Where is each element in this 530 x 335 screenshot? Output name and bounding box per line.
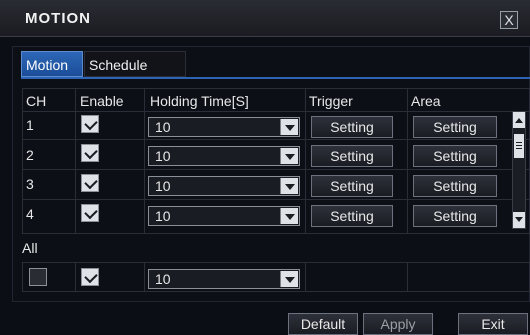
chevron-down-icon[interactable] xyxy=(280,208,298,224)
holding-time-select[interactable]: 10 xyxy=(148,206,300,226)
holding-time-select[interactable]: 10 xyxy=(148,117,300,137)
column-divider xyxy=(75,262,76,292)
holding-time-value: 10 xyxy=(155,208,171,224)
footer-bar xyxy=(0,304,530,332)
header-ch: CH xyxy=(26,93,47,109)
header-enable: Enable xyxy=(80,93,124,109)
all-enable-checkbox[interactable] xyxy=(81,268,99,286)
window-title: MOTION xyxy=(25,10,91,27)
enable-checkbox[interactable] xyxy=(81,174,99,192)
tab-underline xyxy=(21,77,530,79)
trigger-setting-button[interactable]: Setting xyxy=(311,205,393,227)
header-holding-time: Holding Time[S] xyxy=(150,93,249,109)
chevron-down-icon[interactable] xyxy=(280,148,298,164)
check-icon xyxy=(84,205,98,220)
scroll-down-icon[interactable] xyxy=(513,212,525,228)
trigger-setting-button[interactable]: Setting xyxy=(311,116,393,138)
column-divider xyxy=(144,262,145,292)
channel-number: 2 xyxy=(26,147,34,163)
header-area: Area xyxy=(411,93,441,109)
holding-time-value: 10 xyxy=(155,119,171,135)
table-scrollbar[interactable] xyxy=(512,111,526,229)
chevron-down-icon[interactable] xyxy=(280,178,298,194)
area-setting-button[interactable]: Setting xyxy=(413,175,497,197)
holding-time-value: 10 xyxy=(155,271,171,287)
all-holding-time-select[interactable]: 10 xyxy=(148,269,300,289)
check-icon xyxy=(84,269,98,284)
holding-time-value: 10 xyxy=(155,148,171,164)
scroll-up-icon[interactable] xyxy=(513,112,525,128)
all-select-checkbox[interactable] xyxy=(29,268,47,286)
chevron-down-icon[interactable] xyxy=(280,119,298,135)
title-bar: MOTION X xyxy=(0,0,530,37)
chevron-down-icon[interactable] xyxy=(280,271,298,287)
channel-number: 1 xyxy=(26,117,34,133)
header-trigger: Trigger xyxy=(309,93,353,109)
enable-checkbox[interactable] xyxy=(81,144,99,162)
holding-time-value: 10 xyxy=(155,178,171,194)
channel-number: 4 xyxy=(26,206,34,222)
close-icon[interactable]: X xyxy=(500,11,518,29)
holding-time-select[interactable]: 10 xyxy=(148,176,300,196)
holding-time-select[interactable]: 10 xyxy=(148,146,300,166)
trigger-setting-button[interactable]: Setting xyxy=(311,175,393,197)
enable-checkbox[interactable] xyxy=(81,115,99,133)
motion-window: MOTION X Motion Schedule CH Enable Holdi… xyxy=(0,0,530,335)
tab-schedule[interactable]: Schedule xyxy=(84,51,186,77)
check-icon xyxy=(84,145,98,160)
area-setting-button[interactable]: Setting xyxy=(413,145,497,167)
all-label: All xyxy=(22,240,38,256)
check-icon xyxy=(84,116,98,131)
area-setting-button[interactable]: Setting xyxy=(413,116,497,138)
area-setting-button[interactable]: Setting xyxy=(413,205,497,227)
column-divider xyxy=(305,262,306,292)
tab-motion[interactable]: Motion xyxy=(21,51,83,77)
trigger-setting-button[interactable]: Setting xyxy=(311,145,393,167)
enable-checkbox[interactable] xyxy=(81,204,99,222)
channel-number: 3 xyxy=(26,176,34,192)
check-icon xyxy=(84,175,98,190)
scrollbar-thumb[interactable] xyxy=(514,134,524,158)
column-divider xyxy=(407,262,408,292)
